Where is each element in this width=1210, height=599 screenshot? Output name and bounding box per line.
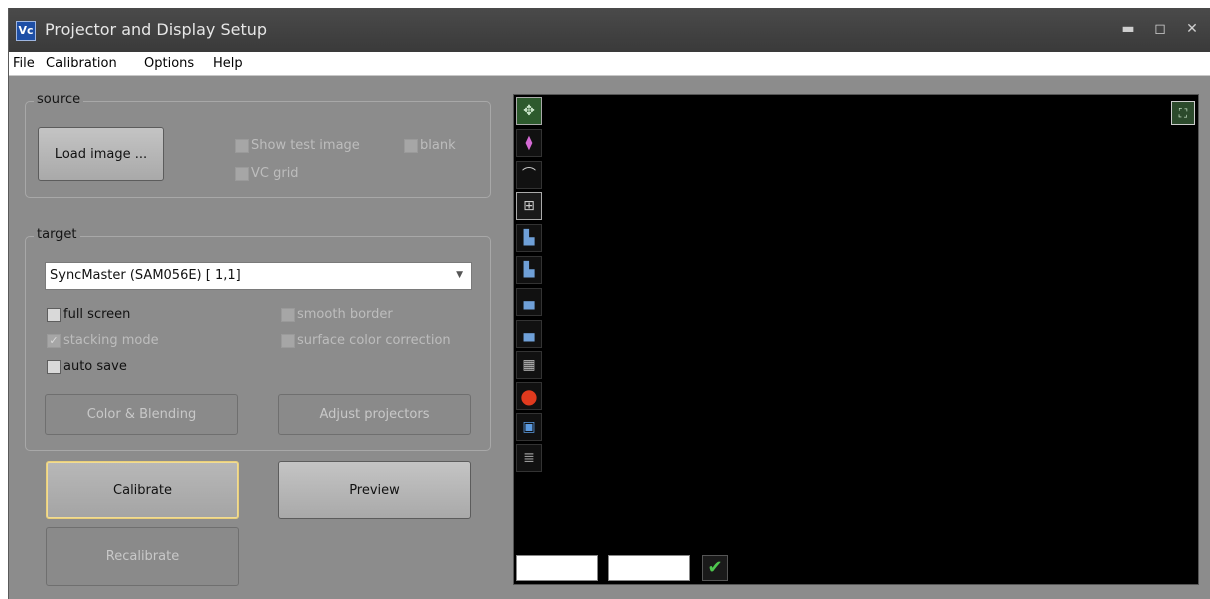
remove-row-icon[interactable]: ▄	[516, 320, 542, 348]
full-screen-label: full screen	[63, 307, 131, 322]
stacking-mode-checkbox[interactable]: ✓ stacking mode	[47, 333, 159, 348]
load-image-button[interactable]: Load image ...	[38, 127, 164, 181]
chevron-down-icon[interactable]: ▼	[456, 270, 463, 280]
grid-points-icon[interactable]: ⊞	[516, 192, 542, 220]
vc-grid-label: VC grid	[251, 166, 299, 181]
checkmark-icon[interactable]: ✔	[702, 555, 728, 581]
list-icon[interactable]: ≣	[516, 444, 542, 472]
record-icon[interactable]: ●	[516, 382, 542, 410]
menu-file[interactable]: File	[13, 56, 35, 71]
checkbox-box	[235, 166, 249, 181]
surface-color-correction-label: surface color correction	[297, 333, 451, 348]
full-screen-checkbox[interactable]: full screen	[47, 307, 130, 322]
checkbox-box	[281, 333, 295, 348]
window-title: Projector and Display Setup	[45, 20, 268, 39]
menu-calibration[interactable]: Calibration	[46, 56, 117, 71]
adjust-projectors-button[interactable]: Adjust projectors	[278, 394, 471, 435]
menu-options[interactable]: Options	[144, 56, 194, 71]
surface-color-correction-checkbox[interactable]: surface color correction	[281, 333, 451, 348]
vc-grid-checkbox[interactable]: VC grid	[235, 166, 299, 181]
vc-app-icon: Vc	[16, 21, 36, 41]
maximize-icon[interactable]: ◻	[1149, 18, 1171, 40]
checkbox-box	[235, 138, 249, 153]
auto-save-label: auto save	[63, 359, 127, 374]
setup-window: Vc Projector and Display Setup ▬ ◻ ✕ Fil…	[8, 8, 1210, 599]
checkbox-box	[47, 359, 61, 374]
stacking-mode-label: stacking mode	[63, 333, 159, 348]
close-icon[interactable]: ✕	[1181, 18, 1203, 40]
marker-icon[interactable]: ⧫	[516, 129, 542, 157]
coordinate-field-x[interactable]	[516, 555, 598, 581]
preview-button[interactable]: Preview	[278, 461, 471, 519]
mesh-icon[interactable]: ▦	[516, 351, 542, 379]
preview-canvas[interactable]: ✥ ⧫ ⌒ ⊞ ▙ ▙ ▄ ▄ ▦ ● ▣ ≣ ⛶ ✔	[513, 94, 1199, 585]
source-group-label: source	[34, 92, 84, 107]
title-bar: Vc Projector and Display Setup ▬ ◻ ✕	[9, 8, 1210, 52]
save-icon[interactable]: ▣	[516, 413, 542, 441]
smooth-border-checkbox[interactable]: smooth border	[281, 307, 393, 322]
target-group-label: target	[34, 227, 80, 242]
checkbox-box	[404, 138, 418, 153]
show-test-image-label: Show test image	[251, 138, 360, 153]
settings-panel: source Load image ... Show test image bl…	[9, 76, 509, 599]
blank-label: blank	[420, 138, 456, 153]
recalibrate-button[interactable]: Recalibrate	[46, 527, 239, 586]
auto-save-checkbox[interactable]: auto save	[47, 359, 127, 374]
blank-checkbox[interactable]: blank	[404, 138, 456, 153]
coordinate-field-y[interactable]	[608, 555, 690, 581]
target-display-select[interactable]: SyncMaster (SAM056E) [ 1,1] ▼	[45, 262, 472, 290]
target-display-value: SyncMaster (SAM056E) [ 1,1]	[50, 268, 241, 283]
add-row-icon[interactable]: ▄	[516, 288, 542, 316]
checkmark-icon: ✓	[47, 333, 61, 348]
curve-icon[interactable]: ⌒	[516, 161, 542, 189]
smooth-border-label: smooth border	[297, 307, 393, 322]
checkbox-box	[281, 307, 295, 322]
add-column-icon[interactable]: ▙	[516, 224, 542, 252]
calibrate-button[interactable]: Calibrate	[46, 461, 239, 519]
move-icon[interactable]: ✥	[516, 97, 542, 125]
fullscreen-icon[interactable]: ⛶	[1171, 101, 1195, 125]
minimize-icon[interactable]: ▬	[1117, 18, 1139, 40]
menu-bar: File Calibration Options Help	[9, 52, 1210, 76]
checkbox-box	[47, 307, 61, 322]
color-blending-button[interactable]: Color & Blending	[45, 394, 238, 435]
menu-help[interactable]: Help	[213, 56, 243, 71]
remove-column-icon[interactable]: ▙	[516, 256, 542, 284]
show-test-image-checkbox[interactable]: Show test image	[235, 138, 360, 153]
